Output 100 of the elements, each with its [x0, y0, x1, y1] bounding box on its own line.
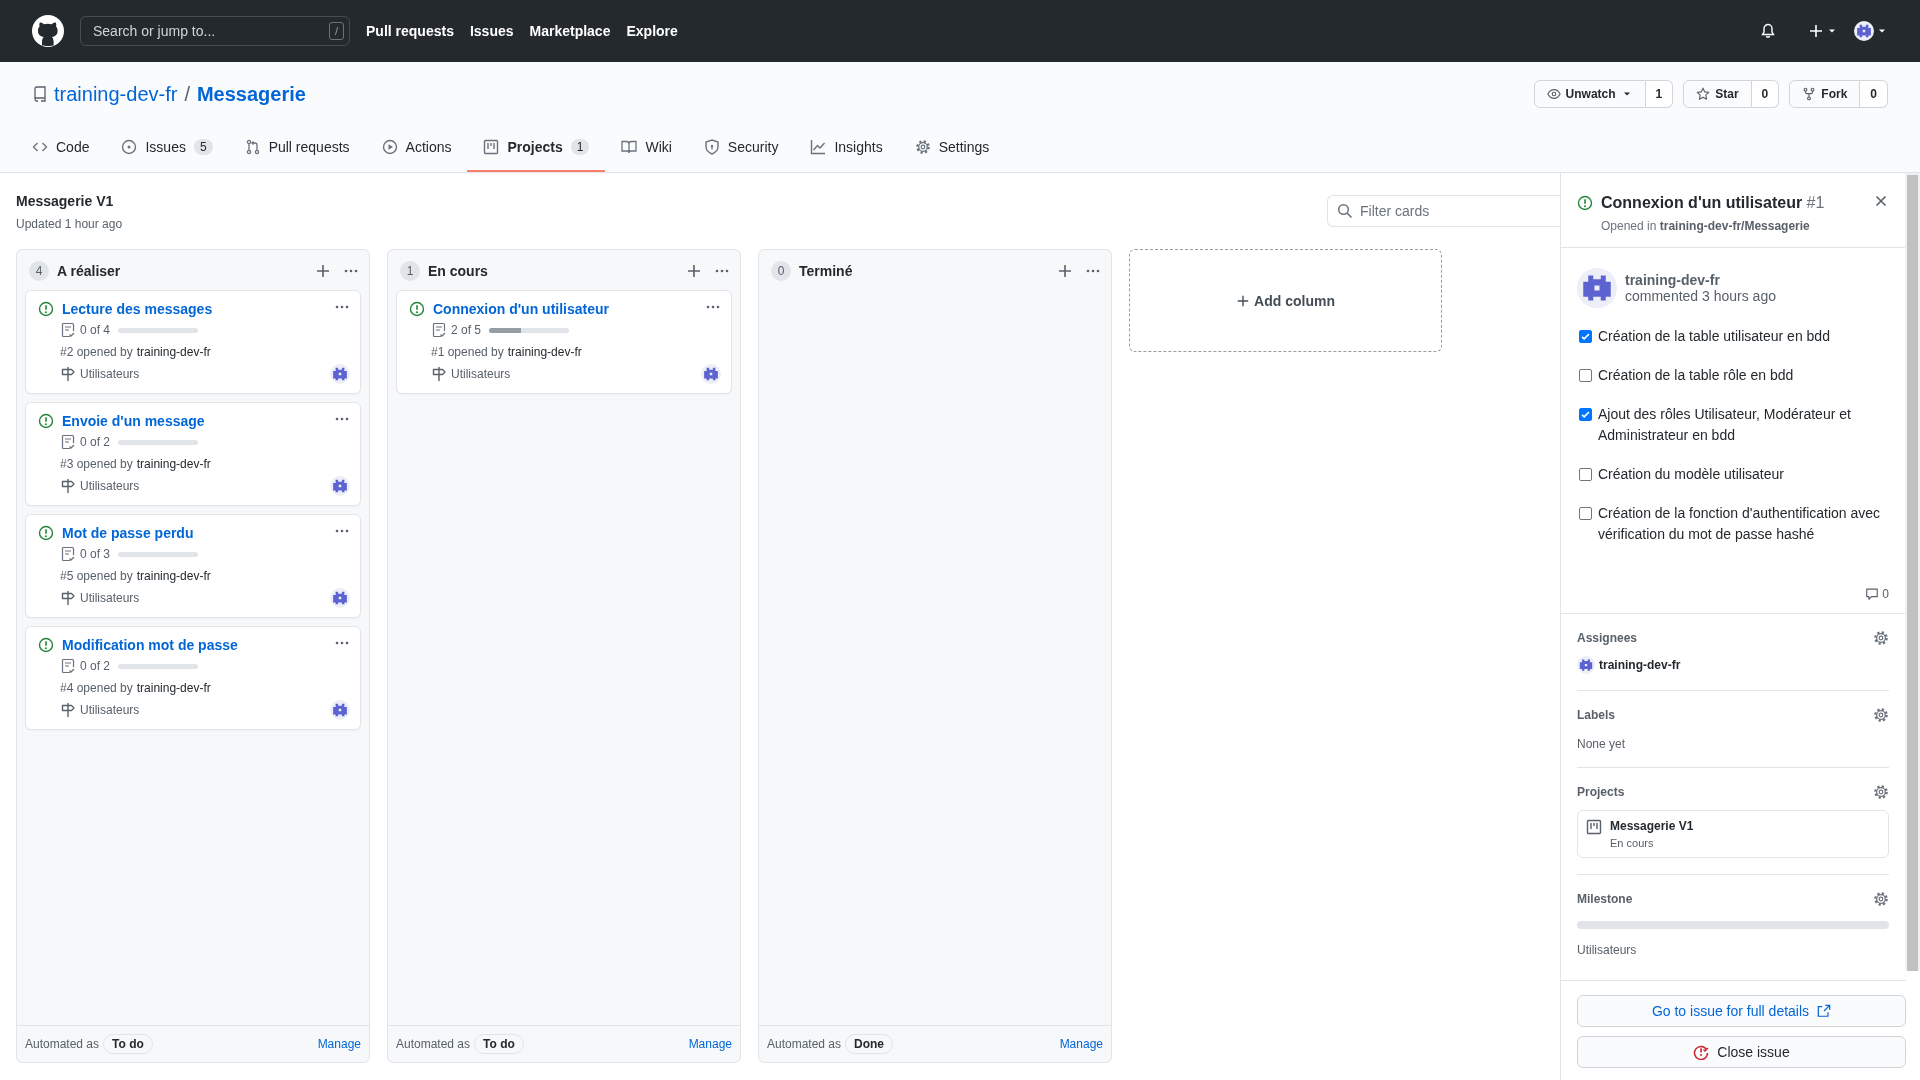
- close-issue-button[interactable]: Close issue: [1577, 1036, 1906, 1068]
- opened-in-text: Opened in training-dev-fr/Messagerie: [1601, 219, 1811, 233]
- issue-card[interactable]: Connexion d'un utilisateur 2 of 5 #1 opened by training-dev-fr Utilisateurs: [396, 290, 732, 394]
- comment-icon: [1865, 587, 1880, 601]
- repo-tab[interactable]: Wiki: [605, 124, 688, 172]
- comment-author: training-dev-fr: [1625, 272, 1721, 288]
- avatar-icon[interactable]: [1854, 21, 1874, 41]
- task-text: Création de la fonction d'authentification avec vérification du mot de passe hashé: [1598, 504, 1882, 544]
- author-link[interactable]: training-dev-fr: [136, 681, 211, 695]
- repo-tab[interactable]: Security: [687, 124, 795, 172]
- milestone-name: Utilisateurs: [451, 367, 511, 381]
- repo-name-link[interactable]: Messagerie: [196, 82, 306, 106]
- task-text: Création du modèle utilisateur: [1598, 465, 1784, 484]
- checkbox[interactable]: [1579, 408, 1592, 421]
- open-issue-icon: [38, 413, 54, 429]
- close-icon[interactable]: [1873, 193, 1889, 209]
- issue-title: Connexion d'un utilisateur: [1601, 194, 1803, 211]
- card-count: 4: [29, 261, 49, 281]
- action-count[interactable]: 1: [1645, 80, 1674, 108]
- author-link[interactable]: training-dev-fr: [136, 457, 211, 471]
- settings-icon[interactable]: [1873, 891, 1889, 907]
- issue-card[interactable]: Mot de passe perdu 0 of 3 #5 opened by training-dev-fr Utilisateurs: [25, 514, 361, 618]
- settings-icon[interactable]: [1873, 630, 1889, 646]
- repo-action-button[interactable]: Unwatch: [1533, 80, 1646, 108]
- repo-action-button[interactable]: Star: [1683, 80, 1752, 108]
- plus-icon[interactable]: [1808, 23, 1824, 39]
- go-to-issue-button[interactable]: Go to issue for full details: [1577, 995, 1906, 1027]
- milestone-name: Utilisateurs: [80, 367, 140, 381]
- repo-owner-link[interactable]: training-dev-fr: [54, 82, 178, 106]
- column-name: A réaliser: [57, 263, 122, 279]
- task-count-text: 0 of 4: [80, 323, 111, 337]
- project-board-icon: [1586, 819, 1602, 835]
- settings-icon[interactable]: [1873, 784, 1889, 800]
- task-count-text: 0 of 2: [80, 659, 111, 673]
- filter-cards-field[interactable]: Filter cards: [1327, 195, 1560, 227]
- checkbox[interactable]: [1579, 468, 1592, 481]
- task-text: Création de la table rôle en bdd: [1598, 366, 1794, 385]
- repo-tab[interactable]: Code: [16, 124, 106, 172]
- tab-label[interactable]: Code: [56, 139, 90, 155]
- column-name: En cours: [428, 263, 489, 279]
- repo-tab[interactable]: Projects 1: [467, 124, 606, 172]
- card-title-link[interactable]: Lecture des messages: [62, 299, 326, 319]
- count-badge: 5: [193, 139, 213, 155]
- play-icon: [381, 139, 398, 155]
- repo-tab[interactable]: Issues 5: [105, 124, 229, 172]
- card-title-link[interactable]: Modification mot de passe: [62, 635, 326, 655]
- nav-link[interactable]: Marketplace: [529, 23, 611, 39]
- issue-card[interactable]: Envoie d'un message 0 of 2 #3 opened by training-dev-fr Utilisateurs: [25, 402, 361, 506]
- task-count-text: 0 of 2: [80, 435, 111, 449]
- card-title-link[interactable]: Mot de passe perdu: [62, 523, 326, 543]
- tab-label[interactable]: Wiki: [645, 139, 672, 155]
- repo-tab[interactable]: Insights: [794, 124, 899, 172]
- logo-icon[interactable]: [32, 15, 64, 47]
- tab-label[interactable]: Issues: [145, 139, 186, 155]
- fork-icon: [1802, 87, 1817, 101]
- add-card-icon[interactable]: [315, 263, 331, 279]
- tab-label[interactable]: Actions: [405, 139, 452, 155]
- add-card-icon[interactable]: [686, 263, 702, 279]
- close-issue-icon: [1693, 1044, 1710, 1060]
- tab-label[interactable]: Pull requests: [268, 139, 350, 155]
- add-column-label[interactable]: Add column: [1254, 292, 1335, 309]
- repo-tab[interactable]: Actions: [365, 124, 468, 172]
- issue-card[interactable]: Modification mot de passe 0 of 2 #4 opened by training-dev-fr Utilisateurs: [25, 626, 361, 730]
- assignee-link[interactable]: training-dev-fr: [1599, 658, 1681, 672]
- repo-tab[interactable]: Settings: [898, 124, 1006, 172]
- manage-link[interactable]: Manage: [317, 1037, 361, 1051]
- tab-label[interactable]: Settings: [938, 139, 990, 155]
- project-card[interactable]: Messagerie V1 En cours: [1577, 810, 1889, 858]
- nav-link[interactable]: Explore: [626, 23, 678, 39]
- action-count[interactable]: 0: [1751, 80, 1780, 108]
- action-count[interactable]: 0: [1860, 80, 1888, 108]
- author-link[interactable]: training-dev-fr: [136, 345, 211, 359]
- eye-icon: [1546, 87, 1561, 101]
- add-card-icon[interactable]: [1057, 263, 1073, 279]
- checkbox[interactable]: [1579, 369, 1592, 382]
- add-column-button[interactable]: Add column: [1129, 249, 1442, 352]
- tab-label[interactable]: Insights: [834, 139, 883, 155]
- nav-link[interactable]: Issues: [469, 23, 514, 39]
- manage-link[interactable]: Manage: [1059, 1037, 1103, 1051]
- column-name: Terminé: [799, 263, 854, 279]
- project-name: Messagerie V1: [1610, 819, 1694, 833]
- checkbox[interactable]: [1579, 507, 1592, 520]
- author-link[interactable]: training-dev-fr: [136, 569, 211, 583]
- manage-link[interactable]: Manage: [688, 1037, 732, 1051]
- card-title-link[interactable]: Connexion d'un utilisateur: [433, 299, 697, 319]
- checklist-icon: [60, 322, 76, 338]
- checkbox[interactable]: [1579, 330, 1592, 343]
- notification-bell-icon[interactable]: [1760, 23, 1776, 39]
- nav-link[interactable]: Pull requests: [366, 23, 454, 39]
- repo-action-button[interactable]: Fork: [1789, 80, 1861, 108]
- author-link[interactable]: training-dev-fr: [507, 345, 582, 359]
- section-heading: Labels: [1577, 708, 1615, 722]
- issue-card[interactable]: Lecture des messages 0 of 4 #2 opened by training-dev-fr Utilisateurs: [25, 290, 361, 394]
- settings-icon[interactable]: [1873, 707, 1889, 723]
- issue-meta: #5 opened by: [60, 569, 133, 583]
- tab-label[interactable]: Projects: [507, 139, 563, 155]
- repo-tab[interactable]: Pull requests: [228, 124, 366, 172]
- issue-meta: #1 opened by: [431, 345, 504, 359]
- card-title-link[interactable]: Envoie d'un message: [62, 411, 326, 431]
- tab-label[interactable]: Security: [727, 139, 779, 155]
